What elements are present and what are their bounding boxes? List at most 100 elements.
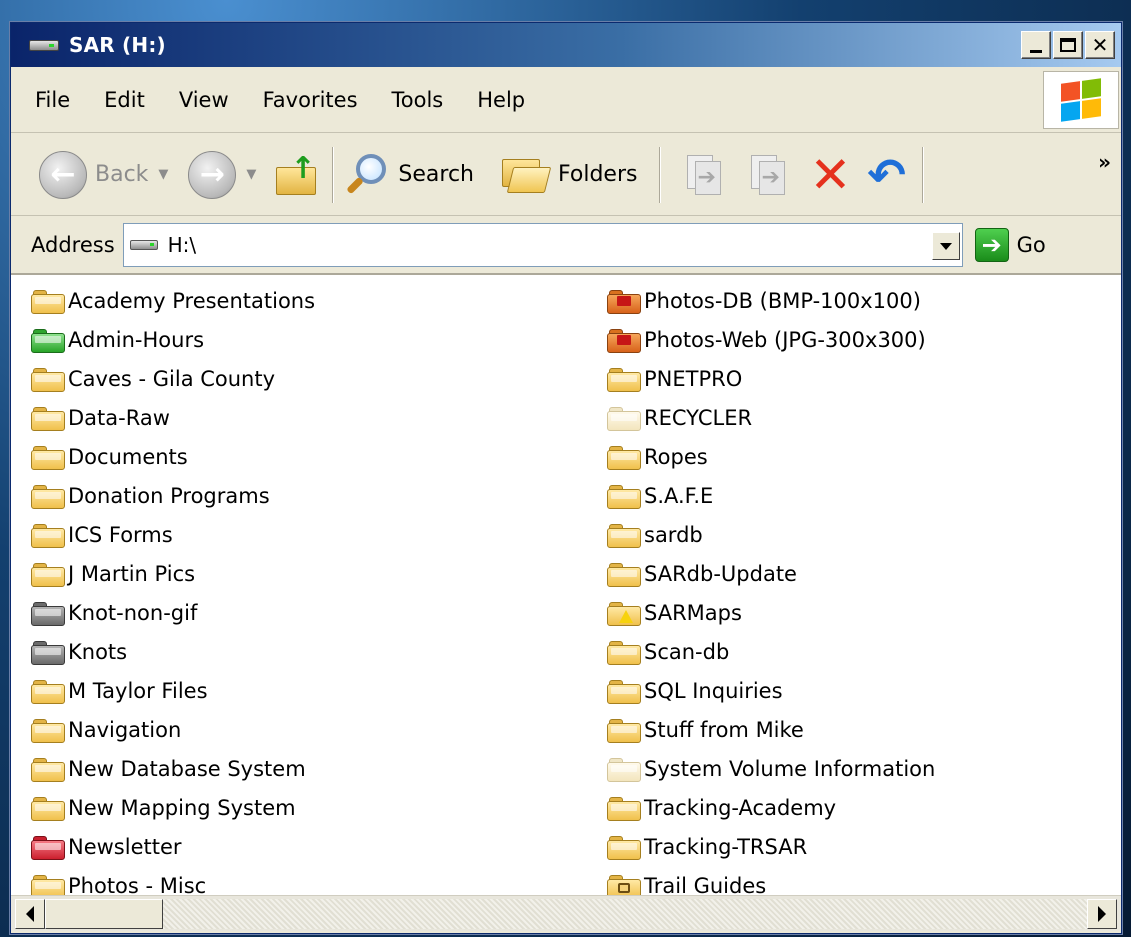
address-dropdown-button[interactable] bbox=[931, 232, 960, 260]
folder-name: New Database System bbox=[68, 756, 306, 781]
folder-icon bbox=[607, 444, 641, 470]
folder-icon bbox=[607, 366, 641, 392]
menu-view[interactable]: View bbox=[162, 88, 246, 112]
horizontal-scrollbar[interactable] bbox=[11, 895, 1121, 931]
folder-name: Navigation bbox=[68, 717, 182, 742]
folder-item[interactable]: S.A.F.E bbox=[607, 476, 935, 515]
menu-bar: File Edit View Favorites Tools Help bbox=[11, 67, 1121, 133]
folder-item[interactable]: New Database System bbox=[31, 749, 315, 788]
minimize-button[interactable] bbox=[1021, 31, 1051, 59]
folder-item[interactable]: PNETPRO bbox=[607, 359, 935, 398]
folder-item[interactable]: ICS Forms bbox=[31, 515, 315, 554]
back-button[interactable]: ← Back ▼ bbox=[39, 145, 168, 205]
undo-button[interactable]: ↶ bbox=[861, 145, 912, 205]
warning-folder-icon bbox=[607, 600, 641, 626]
folder-name: J Martin Pics bbox=[68, 561, 196, 586]
folder-item[interactable]: Knots bbox=[31, 632, 315, 671]
folder-item[interactable]: System Volume Information bbox=[607, 749, 935, 788]
folder-name: SQL Inquiries bbox=[644, 678, 783, 703]
folder-name: M Taylor Files bbox=[68, 678, 208, 703]
folder-icon bbox=[31, 678, 65, 704]
folder-item[interactable]: M Taylor Files bbox=[31, 671, 315, 710]
folder-item[interactable]: Documents bbox=[31, 437, 315, 476]
folder-item[interactable]: Stuff from Mike bbox=[607, 710, 935, 749]
menu-file[interactable]: File bbox=[11, 88, 87, 112]
folder-item[interactable]: Photos-Web (JPG-300x300) bbox=[607, 320, 935, 359]
menu-favorites[interactable]: Favorites bbox=[246, 88, 375, 112]
file-column-left: Academy Presentations Admin-Hours Caves … bbox=[31, 281, 315, 895]
folder-item[interactable]: Caves - Gila County bbox=[31, 359, 315, 398]
folder-item[interactable]: Donation Programs bbox=[31, 476, 315, 515]
forward-button[interactable]: → ▼ bbox=[188, 145, 256, 205]
folder-item[interactable]: Photos-DB (BMP-100x100) bbox=[607, 281, 935, 320]
title-bar[interactable]: SAR (H:) ✕ bbox=[11, 23, 1121, 67]
folder-item[interactable]: Admin-Hours bbox=[31, 320, 315, 359]
menu-edit[interactable]: Edit bbox=[87, 88, 162, 112]
toolbar-separator bbox=[921, 146, 924, 203]
folder-item[interactable]: Ropes bbox=[607, 437, 935, 476]
folder-name: Knots bbox=[68, 639, 128, 664]
scroll-thumb[interactable] bbox=[45, 898, 163, 929]
windows-flag-icon bbox=[1061, 78, 1101, 122]
folder-name: sardb bbox=[644, 522, 703, 547]
go-arrow-icon: ➔ bbox=[974, 228, 1009, 262]
folder-icon bbox=[31, 522, 65, 548]
gray-folder-icon bbox=[31, 639, 65, 665]
folder-item[interactable]: Tracking-TRSAR bbox=[607, 827, 935, 866]
close-button[interactable]: ✕ bbox=[1085, 31, 1115, 59]
folder-item[interactable]: Academy Presentations bbox=[31, 281, 315, 320]
search-button[interactable]: Search bbox=[344, 145, 474, 205]
folder-item[interactable]: Knot-non-gif bbox=[31, 593, 315, 632]
folder-icon bbox=[31, 288, 65, 314]
address-bar: Address H:\ ➔ Go bbox=[11, 217, 1121, 275]
copy-to-button[interactable]: ➔ bbox=[735, 145, 799, 205]
locked-folder-icon bbox=[607, 873, 641, 895]
folder-name: Scan-db bbox=[644, 639, 730, 664]
scroll-left-button[interactable] bbox=[15, 898, 45, 929]
folder-item[interactable]: New Mapping System bbox=[31, 788, 315, 827]
delete-button[interactable]: ✕ bbox=[799, 145, 861, 205]
menu-help[interactable]: Help bbox=[460, 88, 542, 112]
file-list-pane[interactable]: Academy Presentations Admin-Hours Caves … bbox=[11, 275, 1121, 895]
toolbar-overflow-chevron-icon[interactable]: » bbox=[1098, 150, 1111, 174]
up-button[interactable]: ↑ bbox=[276, 145, 322, 205]
folders-label: Folders bbox=[558, 162, 638, 187]
scroll-track[interactable] bbox=[163, 898, 1087, 929]
folder-name: Photos-DB (BMP-100x100) bbox=[644, 288, 921, 313]
folder-icon bbox=[607, 522, 641, 548]
folder-item[interactable]: Scan-db bbox=[607, 632, 935, 671]
copy-to-icon: ➔ bbox=[745, 153, 789, 197]
drive-icon bbox=[129, 238, 160, 252]
folders-button[interactable]: Folders bbox=[500, 145, 637, 205]
forward-dropdown-icon[interactable]: ▼ bbox=[246, 167, 256, 182]
scroll-right-button[interactable] bbox=[1087, 898, 1117, 929]
folder-item[interactable]: Tracking-Academy bbox=[607, 788, 935, 827]
folder-item[interactable]: SQL Inquiries bbox=[607, 671, 935, 710]
maximize-button[interactable] bbox=[1053, 31, 1083, 59]
folder-name: Knot-non-gif bbox=[68, 600, 198, 625]
folder-item[interactable]: Newsletter bbox=[31, 827, 315, 866]
move-to-button[interactable]: ➔ bbox=[671, 145, 735, 205]
folder-item[interactable]: J Martin Pics bbox=[31, 554, 315, 593]
go-button[interactable]: ➔ Go bbox=[974, 228, 1046, 262]
folder-item[interactable]: Data-Raw bbox=[31, 398, 315, 437]
folder-item[interactable]: SARdb-Update bbox=[607, 554, 935, 593]
back-dropdown-icon[interactable]: ▼ bbox=[158, 167, 168, 182]
explorer-window: SAR (H:) ✕ File Edit View Favorites Tool… bbox=[10, 22, 1122, 934]
folder-item[interactable]: Photos - Misc bbox=[31, 866, 315, 895]
folder-item[interactable]: Trail Guides bbox=[607, 866, 935, 895]
folder-icon bbox=[607, 678, 641, 704]
folder-name: Data-Raw bbox=[68, 405, 170, 430]
folder-name: S.A.F.E bbox=[644, 483, 714, 508]
folder-item[interactable]: RECYCLER bbox=[607, 398, 935, 437]
folder-item[interactable]: Navigation bbox=[31, 710, 315, 749]
red-folder-icon bbox=[31, 834, 65, 860]
folder-name: Stuff from Mike bbox=[644, 717, 804, 742]
folder-item[interactable]: sardb bbox=[607, 515, 935, 554]
folder-item[interactable]: SARMaps bbox=[607, 593, 935, 632]
folder-name: Caves - Gila County bbox=[68, 366, 276, 391]
forward-arrow-icon: → bbox=[188, 150, 237, 199]
folder-name: Academy Presentations bbox=[68, 288, 316, 313]
menu-tools[interactable]: Tools bbox=[375, 88, 461, 112]
address-input[interactable]: H:\ bbox=[122, 223, 963, 267]
